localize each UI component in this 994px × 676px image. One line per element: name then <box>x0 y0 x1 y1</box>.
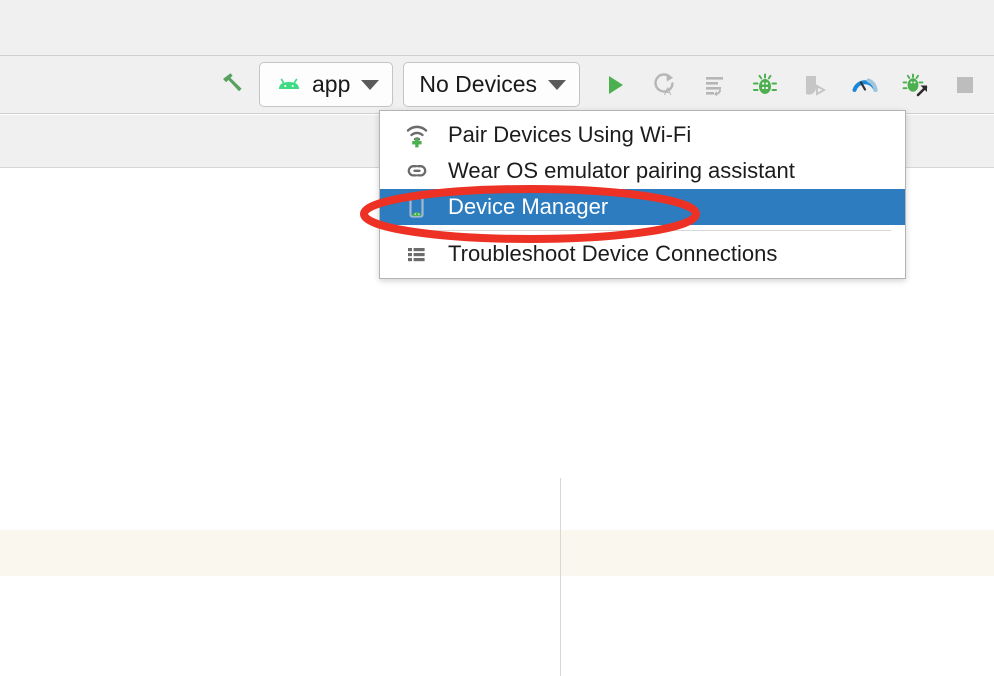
bug-attach-icon <box>902 73 928 96</box>
run-coverage-button[interactable] <box>794 64 836 106</box>
menu-item-pair-devices-using-wifi[interactable]: Pair Devices Using Wi-Fi <box>380 117 905 153</box>
device-selector-label: No Devices <box>419 71 537 97</box>
menu-item-troubleshoot-device-connections[interactable]: Troubleshoot Device Connections <box>380 236 905 272</box>
editor-highlighted-line <box>0 530 994 576</box>
run-action-group: A <box>594 64 986 106</box>
menu-item-label: Device Manager <box>448 194 609 219</box>
menu-item-label: Troubleshoot Device Connections <box>448 241 778 266</box>
main-toolbar: app No Devices A <box>0 56 994 114</box>
link-chain-icon <box>404 158 434 184</box>
stop-button[interactable] <box>944 64 986 106</box>
play-triangle-icon <box>609 75 623 94</box>
device-selector-combo[interactable]: No Devices <box>403 62 580 107</box>
window-top-strip <box>0 0 994 56</box>
shield-run-icon <box>806 75 827 96</box>
run-button[interactable] <box>594 64 636 106</box>
chevron-down-icon <box>361 79 380 90</box>
list-icon <box>404 241 434 267</box>
apply-code-changes-icon <box>706 76 723 96</box>
gauge-icon <box>852 78 878 92</box>
menu-item-label: Wear OS emulator pairing assistant <box>448 158 795 183</box>
menu-separator <box>394 230 891 231</box>
module-selector-label: app <box>312 71 351 97</box>
wifi-plus-icon <box>404 122 434 148</box>
bug-icon <box>753 73 777 94</box>
stop-square-icon <box>957 76 973 93</box>
apply-changes-icon: A <box>654 72 674 98</box>
hammer-icon <box>223 72 242 91</box>
attach-debugger-button[interactable] <box>894 64 936 106</box>
chevron-down-icon <box>548 79 566 90</box>
module-selector-combo[interactable]: app <box>259 62 394 107</box>
profiler-button[interactable] <box>844 64 886 106</box>
menu-item-device-manager[interactable]: Device Manager <box>380 189 905 225</box>
svg-text:A: A <box>664 86 672 98</box>
device-dropdown-menu[interactable]: Pair Devices Using Wi-Fi Wear OS emulato… <box>379 110 906 279</box>
make-project-button[interactable] <box>211 64 253 106</box>
apply-code-changes-button[interactable] <box>694 64 736 106</box>
menu-item-label: Pair Devices Using Wi-Fi <box>448 122 692 147</box>
phone-android-icon <box>404 194 434 220</box>
menu-item-wear-os-emulator-pairing-assistant[interactable]: Wear OS emulator pairing assistant <box>380 153 905 189</box>
apply-changes-restart-button[interactable]: A <box>644 64 686 106</box>
debug-button[interactable] <box>744 64 786 106</box>
android-head-icon <box>279 78 300 89</box>
